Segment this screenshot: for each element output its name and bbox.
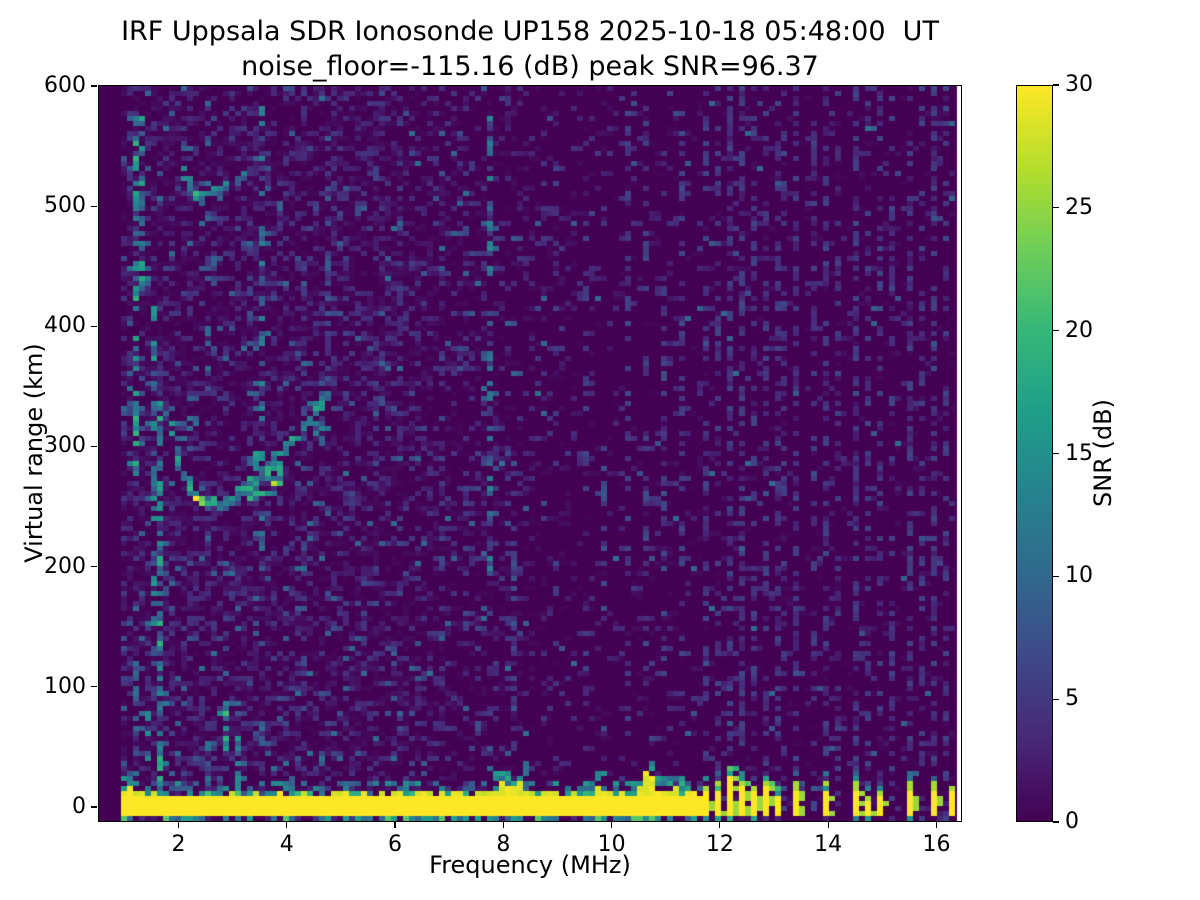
y-tick-mark: [91, 446, 97, 447]
x-tick-mark: [611, 822, 612, 828]
colorbar-tick-mark: [1053, 207, 1059, 208]
colorbar-tick-mark: [1053, 699, 1059, 700]
y-tick-label: 100: [0, 674, 86, 700]
ionogram-heatmap: [99, 86, 961, 821]
y-tick-label: 300: [0, 433, 86, 459]
x-axis-label: Frequency (MHz): [98, 851, 962, 879]
colorbar-tick-label: 0: [1065, 809, 1113, 835]
colorbar-tick-label: 20: [1065, 318, 1113, 344]
x-tick-mark: [828, 822, 829, 828]
colorbar-tick-mark: [1053, 330, 1059, 331]
x-tick-mark: [286, 822, 287, 828]
colorbar-tick-label: 25: [1065, 195, 1113, 221]
chart-title: IRF Uppsala SDR Ionosonde UP158 2025-10-…: [98, 14, 962, 84]
y-tick-label: 200: [0, 554, 86, 580]
y-tick-label: 500: [0, 193, 86, 219]
chart-title-line2: noise_floor=-115.16 (dB) peak SNR=96.37: [98, 49, 962, 84]
colorbar-tick-mark: [1053, 821, 1059, 822]
y-tick-mark: [91, 85, 97, 86]
y-tick-label: 600: [0, 73, 86, 99]
y-tick-mark: [91, 206, 97, 207]
y-tick-mark: [91, 686, 97, 687]
ionogram-figure: IRF Uppsala SDR Ionosonde UP158 2025-10-…: [0, 0, 1200, 900]
y-tick-label: 400: [0, 313, 86, 339]
colorbar-tick-label: 10: [1065, 563, 1113, 589]
colorbar-tick-label: 30: [1065, 72, 1113, 98]
colorbar-tick-mark: [1053, 84, 1059, 85]
x-tick-mark: [178, 822, 179, 828]
x-tick-mark: [936, 822, 937, 828]
y-tick-mark: [91, 566, 97, 567]
x-tick-mark: [394, 822, 395, 828]
chart-title-line1: IRF Uppsala SDR Ionosonde UP158 2025-10-…: [98, 14, 962, 49]
y-tick-mark: [91, 326, 97, 327]
colorbar-tick-mark: [1053, 453, 1059, 454]
colorbar-label: SNR (dB): [1089, 399, 1117, 507]
colorbar: [1016, 85, 1053, 822]
colorbar-tick-label: 5: [1065, 686, 1113, 712]
y-tick-mark: [91, 806, 97, 807]
colorbar-tick-mark: [1053, 576, 1059, 577]
x-tick-mark: [503, 822, 504, 828]
y-tick-label: 0: [0, 794, 86, 820]
x-tick-mark: [719, 822, 720, 828]
